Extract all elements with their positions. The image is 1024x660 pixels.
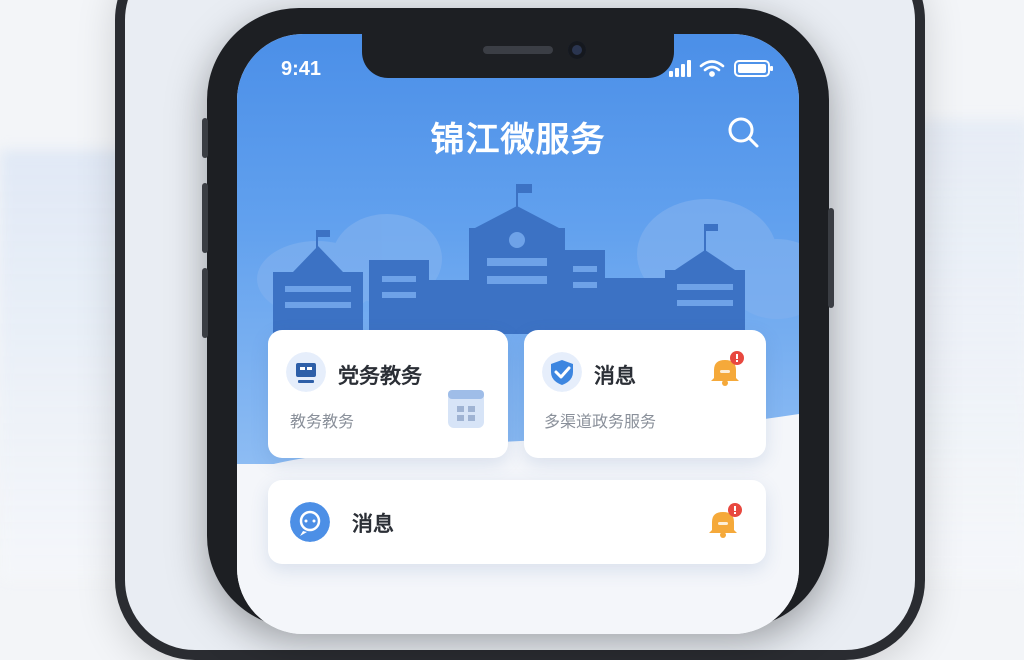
messages-list-title: 消息 [352, 512, 394, 536]
page-title: 锦江微服务 [430, 120, 606, 160]
wifi-icon [699, 60, 725, 77]
affairs-card-subtitle: 教务教务 [290, 412, 355, 431]
signal-icon [669, 60, 691, 77]
phone-notch [362, 34, 674, 78]
power-button [828, 208, 834, 308]
bell-alert-icon[interactable] [704, 500, 746, 542]
monitor-icon [286, 352, 326, 392]
messages-card-title: 消息 [594, 364, 636, 388]
phone-screen: 9:41 锦江微服务 党务教务 教务教务 消息 多渠道政务服务 消息 [237, 34, 799, 634]
city-skyline-illustration [257, 184, 799, 334]
status-icons [669, 60, 773, 77]
speaker-grille [483, 46, 553, 54]
messages-card[interactable]: 消息 多渠道政务服务 [524, 330, 766, 458]
affairs-card-title: 党务教务 [338, 364, 422, 388]
grid-app-icon [448, 390, 484, 428]
chat-bubble-icon [290, 502, 330, 542]
shield-check-icon [542, 352, 582, 392]
affairs-card[interactable]: 党务教务 教务教务 [268, 330, 508, 458]
messages-list-card[interactable]: 消息 [268, 480, 766, 564]
volume-up-button [202, 183, 208, 253]
phone-frame: 9:41 锦江微服务 党务教务 教务教务 消息 多渠道政务服务 消息 [202, 8, 834, 634]
search-icon[interactable] [725, 114, 761, 150]
bell-alert-icon[interactable] [706, 348, 748, 390]
status-time: 9:41 [281, 58, 322, 80]
volume-down-button [202, 268, 208, 338]
messages-card-subtitle: 多渠道政务服务 [544, 412, 657, 431]
front-camera [568, 41, 586, 59]
mute-switch [202, 118, 208, 158]
battery-icon [734, 60, 773, 77]
